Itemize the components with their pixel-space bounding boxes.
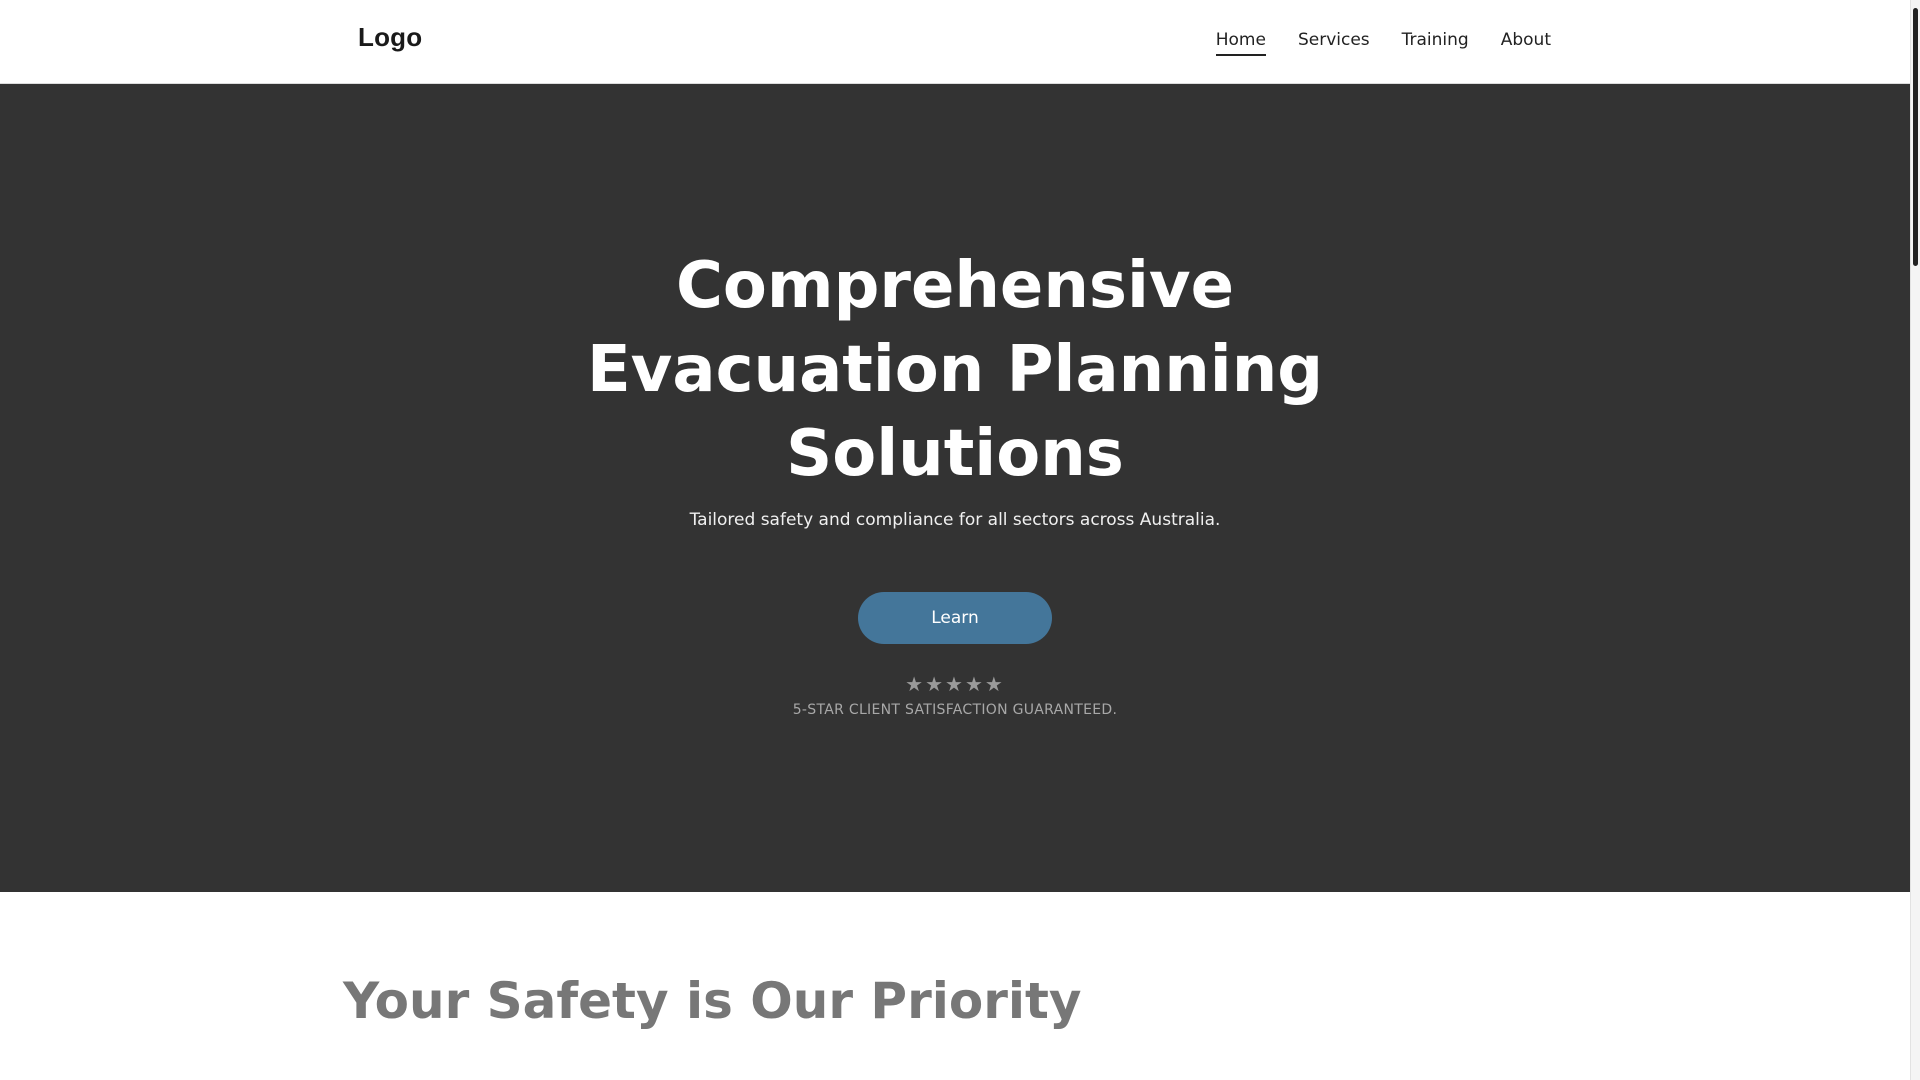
hero-section: Comprehensive Evacuation Planning Soluti… xyxy=(0,84,1910,892)
site-header: Logo Home Services Training About xyxy=(0,0,1910,84)
vertical-scrollbar[interactable] xyxy=(1910,0,1920,1080)
nav-training[interactable]: Training xyxy=(1402,30,1469,56)
logo[interactable]: Logo xyxy=(358,22,422,53)
rating-text: 5-STAR CLIENT SATISFACTION GUARANTEED. xyxy=(792,702,1118,718)
learn-button[interactable]: Learn xyxy=(858,592,1052,644)
scrollbar-thumb[interactable] xyxy=(1913,8,1918,266)
hero-subtitle: Tailored safety and compliance for all s… xyxy=(689,510,1221,530)
star-rating-icon: ★★★★★ xyxy=(905,672,1005,696)
page: Logo Home Services Training About Compre… xyxy=(0,0,1920,1080)
nav-services[interactable]: Services xyxy=(1298,30,1370,56)
section-title: Your Safety is Our Priority xyxy=(343,972,1082,1030)
nav-about[interactable]: About xyxy=(1501,30,1551,56)
hero-title: Comprehensive Evacuation Planning Soluti… xyxy=(586,249,1324,491)
main-nav: Home Services Training About xyxy=(1215,30,1551,56)
nav-home[interactable]: Home xyxy=(1215,30,1266,56)
